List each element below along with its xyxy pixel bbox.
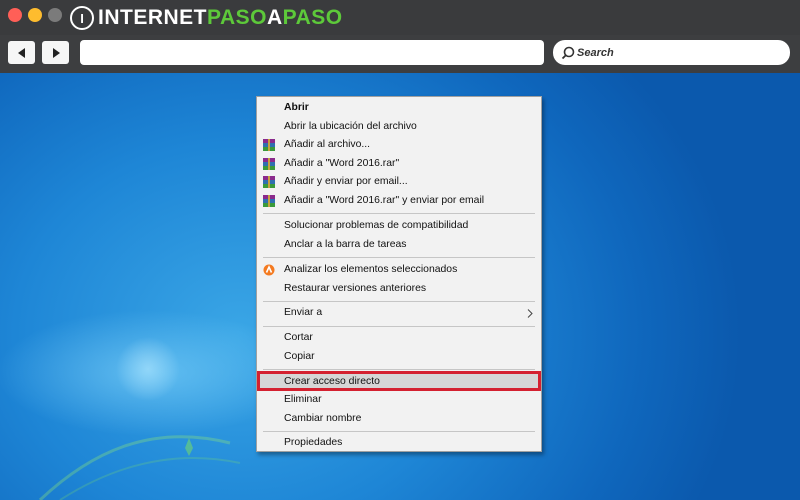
- menu-item-label: Anclar a la barra de tareas: [284, 239, 407, 250]
- menu-item-scan-selected[interactable]: Analizar los elementos seleccionados: [259, 261, 539, 279]
- forward-arrow-icon: [52, 47, 60, 58]
- context-menu: Abrir Abrir la ubicación del archivo Aña…: [256, 96, 542, 452]
- search-icon: [561, 46, 575, 59]
- menu-separator: [263, 326, 535, 327]
- browser-toolbar: Search: [0, 35, 800, 73]
- winrar-icon: [263, 158, 275, 170]
- menu-item-cut[interactable]: Cortar: [259, 329, 539, 347]
- menu-item-label: Abrir: [284, 102, 309, 113]
- back-button[interactable]: [8, 41, 35, 64]
- menu-item-add-and-email[interactable]: Añadir y enviar por email...: [259, 173, 539, 191]
- avast-icon: [263, 264, 275, 276]
- logo-badge-icon: I: [70, 6, 94, 30]
- menu-item-open-location[interactable]: Abrir la ubicación del archivo: [259, 118, 539, 136]
- search-placeholder: Search: [577, 46, 614, 59]
- menu-item-label: Propiedades: [284, 437, 343, 448]
- site-logo: I INTERNET PASO A PASO: [70, 4, 343, 32]
- menu-item-create-shortcut[interactable]: Crear acceso directo: [259, 373, 539, 391]
- menu-item-label: Analizar los elementos seleccionados: [284, 264, 458, 275]
- menu-item-label: Añadir al archivo...: [284, 139, 371, 150]
- maximize-window-button[interactable]: [48, 8, 62, 22]
- menu-item-send-to[interactable]: Enviar a: [259, 304, 539, 322]
- menu-item-troubleshoot-compatibility[interactable]: Solucionar problemas de compatibilidad: [259, 217, 539, 235]
- menu-separator: [263, 257, 535, 258]
- logo-text-internet: INTERNET: [98, 6, 207, 29]
- back-arrow-icon: [17, 47, 25, 58]
- minimize-window-button[interactable]: [28, 8, 42, 22]
- menu-item-label: Eliminar: [284, 394, 322, 405]
- address-bar[interactable]: [80, 40, 544, 65]
- winrar-icon: [263, 195, 275, 207]
- title-bar: I INTERNET PASO A PASO: [0, 0, 800, 35]
- menu-separator: [263, 213, 535, 214]
- menu-item-delete[interactable]: Eliminar: [259, 391, 539, 409]
- menu-item-label: Cambiar nombre: [284, 413, 362, 424]
- menu-item-label: Añadir y enviar por email...: [284, 176, 408, 187]
- menu-item-add-to-archive[interactable]: Añadir al archivo...: [259, 136, 539, 154]
- menu-item-properties[interactable]: Propiedades: [259, 434, 539, 452]
- menu-item-label: Enviar a: [284, 307, 323, 318]
- menu-item-label: Copiar: [284, 351, 315, 362]
- menu-item-label: Añadir a "Word 2016.rar" y enviar por em…: [284, 195, 485, 206]
- menu-item-restore-versions[interactable]: Restaurar versiones anteriores: [259, 280, 539, 298]
- search-input[interactable]: Search: [553, 40, 790, 65]
- menu-item-label: Restaurar versiones anteriores: [284, 283, 427, 294]
- menu-item-label: Abrir la ubicación del archivo: [284, 121, 417, 132]
- menu-item-add-rar-and-email[interactable]: Añadir a "Word 2016.rar" y enviar por em…: [259, 192, 539, 210]
- close-window-button[interactable]: [8, 8, 22, 22]
- forward-button[interactable]: [42, 41, 69, 64]
- menu-item-open[interactable]: Abrir: [259, 99, 539, 117]
- menu-separator: [263, 301, 535, 302]
- menu-separator: [263, 431, 535, 432]
- winrar-icon: [263, 176, 275, 188]
- menu-item-label: Añadir a "Word 2016.rar": [284, 158, 400, 169]
- menu-item-label: Cortar: [284, 332, 313, 343]
- logo-text-a: A: [266, 6, 283, 29]
- chevron-right-icon: [527, 309, 533, 318]
- menu-separator: [263, 369, 535, 370]
- menu-item-rename[interactable]: Cambiar nombre: [259, 410, 539, 428]
- menu-item-copy[interactable]: Copiar: [259, 348, 539, 366]
- menu-item-pin-to-taskbar[interactable]: Anclar a la barra de tareas: [259, 236, 539, 254]
- menu-item-label: Crear acceso directo: [284, 376, 380, 387]
- logo-text-paso-2: PASO: [282, 6, 343, 29]
- menu-item-label: Solucionar problemas de compatibilidad: [284, 220, 469, 231]
- logo-text-paso: PASO: [207, 6, 267, 29]
- winrar-icon: [263, 139, 275, 151]
- menu-item-add-to-rar[interactable]: Añadir a "Word 2016.rar": [259, 155, 539, 173]
